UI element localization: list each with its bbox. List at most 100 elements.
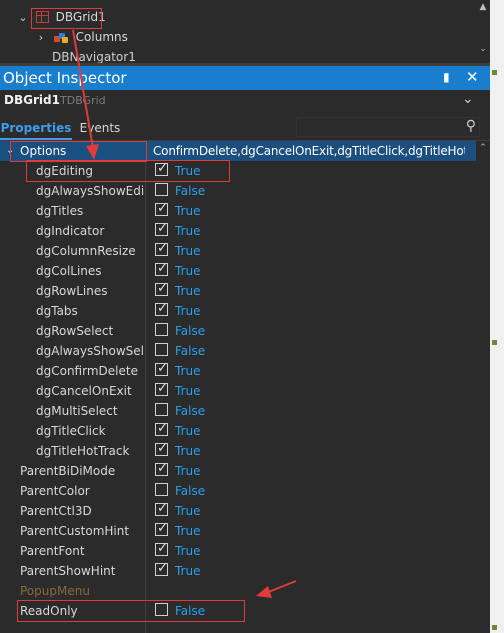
property-value-text: True — [175, 284, 201, 298]
property-row-parentcustomhint[interactable]: ParentCustomHint ✓ True — [0, 521, 476, 541]
tree-node-dbgrid1[interactable]: ⌄ DBGrid1 — [16, 7, 105, 28]
property-value-text: True — [175, 364, 201, 378]
pin-icon[interactable]: ▮​ — [443, 70, 450, 84]
property-row-readonly[interactable]: ReadOnly False — [0, 601, 476, 621]
property-row-parentshowhint[interactable]: ParentShowHint ✓ True — [0, 561, 476, 581]
search-icon[interactable]: ⚲ — [466, 118, 476, 134]
scroll-up-icon[interactable]: ▲ — [476, 2, 490, 12]
property-value-text: True — [175, 384, 201, 398]
property-row-dgalwaysshowselection[interactable]: dgAlwaysShowSelect False — [0, 341, 476, 361]
checkbox-checked[interactable]: ✓ — [155, 421, 168, 436]
property-row-parentctl3d[interactable]: ParentCtl3D ✓ True — [0, 501, 476, 521]
property-row-dgrowselect[interactable]: dgRowSelect False — [0, 321, 476, 341]
checkmark-icon: ✓ — [157, 301, 168, 316]
property-row-dgtitles[interactable]: dgTitles ✓ True — [0, 201, 476, 221]
tab-events[interactable]: Events — [78, 114, 122, 140]
component-selector[interactable]: DBGrid1 TDBGrid ⌄ — [0, 90, 490, 112]
property-value-text: True — [175, 164, 201, 178]
property-row-dgindicator[interactable]: dgIndicator ✓ True — [0, 221, 476, 241]
gutter-marker — [492, 340, 497, 345]
checkbox-checked[interactable]: ✓ — [155, 381, 168, 396]
checkbox-checked[interactable]: ✓ — [155, 221, 168, 236]
checkbox-checked[interactable]: ✓ — [155, 241, 168, 256]
property-name: ParentFont — [20, 544, 85, 558]
checkmark-icon: ✓ — [157, 421, 168, 436]
property-row-dgcollines[interactable]: dgColLines ✓ True — [0, 261, 476, 281]
checkmark-icon: ✓ — [157, 561, 168, 576]
checkbox-checked[interactable]: ✓ — [155, 461, 168, 476]
right-gutter — [490, 0, 504, 633]
property-row-dgrowlines[interactable]: dgRowLines ✓ True — [0, 281, 476, 301]
grid-scrollbar[interactable]: ⌃ — [476, 141, 490, 633]
property-value-text: True — [175, 264, 201, 278]
scroll-down-icon[interactable]: ⌄ — [476, 44, 490, 54]
checkbox-unchecked[interactable] — [155, 483, 168, 496]
checkbox-checked[interactable]: ✓ — [155, 161, 168, 176]
chevron-down-icon[interactable]: ⌄ — [462, 91, 474, 107]
property-name: ParentBiDiMode — [20, 464, 116, 478]
checkbox-checked[interactable]: ✓ — [155, 441, 168, 456]
property-row-dgconfirmdelete[interactable]: dgConfirmDelete ✓ True — [0, 361, 476, 381]
property-name: ParentShowHint — [20, 564, 116, 578]
property-value[interactable]: ConfirmDelete,dgCancelOnExit,dgTitleClic… — [153, 141, 465, 161]
property-name: ParentCtl3D — [20, 504, 92, 518]
tree-node-dbnavigator1[interactable]: DBNavigator1 — [52, 47, 136, 63]
object-inspector-title-bar[interactable]: Object Inspector ▮​ ✕ — [0, 66, 490, 90]
property-row-dgcancelonexit[interactable]: dgCancelOnExit ✓ True — [0, 381, 476, 401]
checkbox-checked[interactable]: ✓ — [155, 561, 168, 576]
checkbox-checked[interactable]: ✓ — [155, 541, 168, 556]
checkmark-icon: ✓ — [157, 221, 168, 236]
property-name: dgCancelOnExit — [36, 384, 132, 398]
property-value-text: False — [175, 404, 206, 418]
checkbox-unchecked[interactable] — [155, 403, 168, 416]
property-row-dgtitlehottrack[interactable]: dgTitleHotTrack ✓ True — [0, 441, 476, 461]
property-row-dgtabs[interactable]: dgTabs ✓ True — [0, 301, 476, 321]
checkbox-checked[interactable]: ✓ — [155, 201, 168, 216]
property-name: ReadOnly — [20, 604, 78, 618]
checkbox-checked[interactable]: ✓ — [155, 501, 168, 516]
scroll-up-icon[interactable]: ⌃ — [476, 143, 490, 153]
property-name: dgIndicator — [36, 224, 105, 238]
checkmark-icon: ✓ — [157, 201, 168, 216]
checkbox-checked[interactable]: ✓ — [155, 521, 168, 536]
property-row-parentcolor[interactable]: ParentColor False — [0, 481, 476, 501]
tree-scrollbar[interactable]: ▲ ⌄ — [476, 0, 490, 63]
checkbox-unchecked[interactable] — [155, 343, 168, 356]
checkbox-unchecked[interactable] — [155, 323, 168, 336]
property-row-options[interactable]: ⌄ Options ConfirmDelete,dgCancelOnExit,d… — [0, 141, 476, 161]
property-name: dgTabs — [36, 304, 78, 318]
chevron-right-icon[interactable]: › — [34, 28, 48, 48]
property-value-text: True — [175, 424, 201, 438]
checkbox-checked[interactable]: ✓ — [155, 261, 168, 276]
property-value-text: True — [175, 224, 201, 238]
property-name: dgTitleClick — [36, 424, 106, 438]
property-row-dgediting[interactable]: dgEditing ✓ True — [0, 161, 476, 181]
checkbox-unchecked[interactable] — [155, 603, 168, 616]
close-icon[interactable]: ✕ — [466, 68, 479, 86]
checkbox-checked[interactable]: ✓ — [155, 281, 168, 296]
search-input[interactable]: ⚲ — [296, 117, 480, 137]
property-value-text: True — [175, 304, 201, 318]
property-row-dgcolumnresize[interactable]: dgColumnResize ✓ True — [0, 241, 476, 261]
chevron-down-icon[interactable]: ⌄ — [16, 8, 30, 28]
property-name: PopupMenu — [20, 584, 90, 598]
tree-node-columns[interactable]: › Columns — [34, 27, 128, 47]
panel-title: Object Inspector — [3, 69, 127, 87]
property-row-parentfont[interactable]: ParentFont ✓ True — [0, 541, 476, 561]
collapse-icon[interactable]: ⌄ — [6, 141, 14, 161]
tab-properties[interactable]: Properties — [0, 114, 72, 140]
property-row-dgalwaysshoweditor[interactable]: dgAlwaysShowEdito False — [0, 181, 476, 201]
property-row-popupmenu[interactable]: PopupMenu — [0, 581, 476, 601]
checkbox-checked[interactable]: ✓ — [155, 361, 168, 376]
checkbox-checked[interactable]: ✓ — [155, 301, 168, 316]
component-name: DBGrid1 — [4, 93, 60, 107]
property-row-dgmultiselect[interactable]: dgMultiSelect False — [0, 401, 476, 421]
tree-node-label: Columns — [75, 30, 128, 44]
checkbox-unchecked[interactable] — [155, 183, 168, 196]
gutter-marker — [492, 70, 497, 75]
property-name: dgAlwaysShowEdito — [36, 184, 144, 198]
property-row-parentbidimode[interactable]: ParentBiDiMode ✓ True — [0, 461, 476, 481]
property-row-dgtitleclick[interactable]: dgTitleClick ✓ True — [0, 421, 476, 441]
tree-node-label: DBNavigator1 — [52, 50, 136, 63]
checkmark-icon: ✓ — [157, 521, 168, 536]
